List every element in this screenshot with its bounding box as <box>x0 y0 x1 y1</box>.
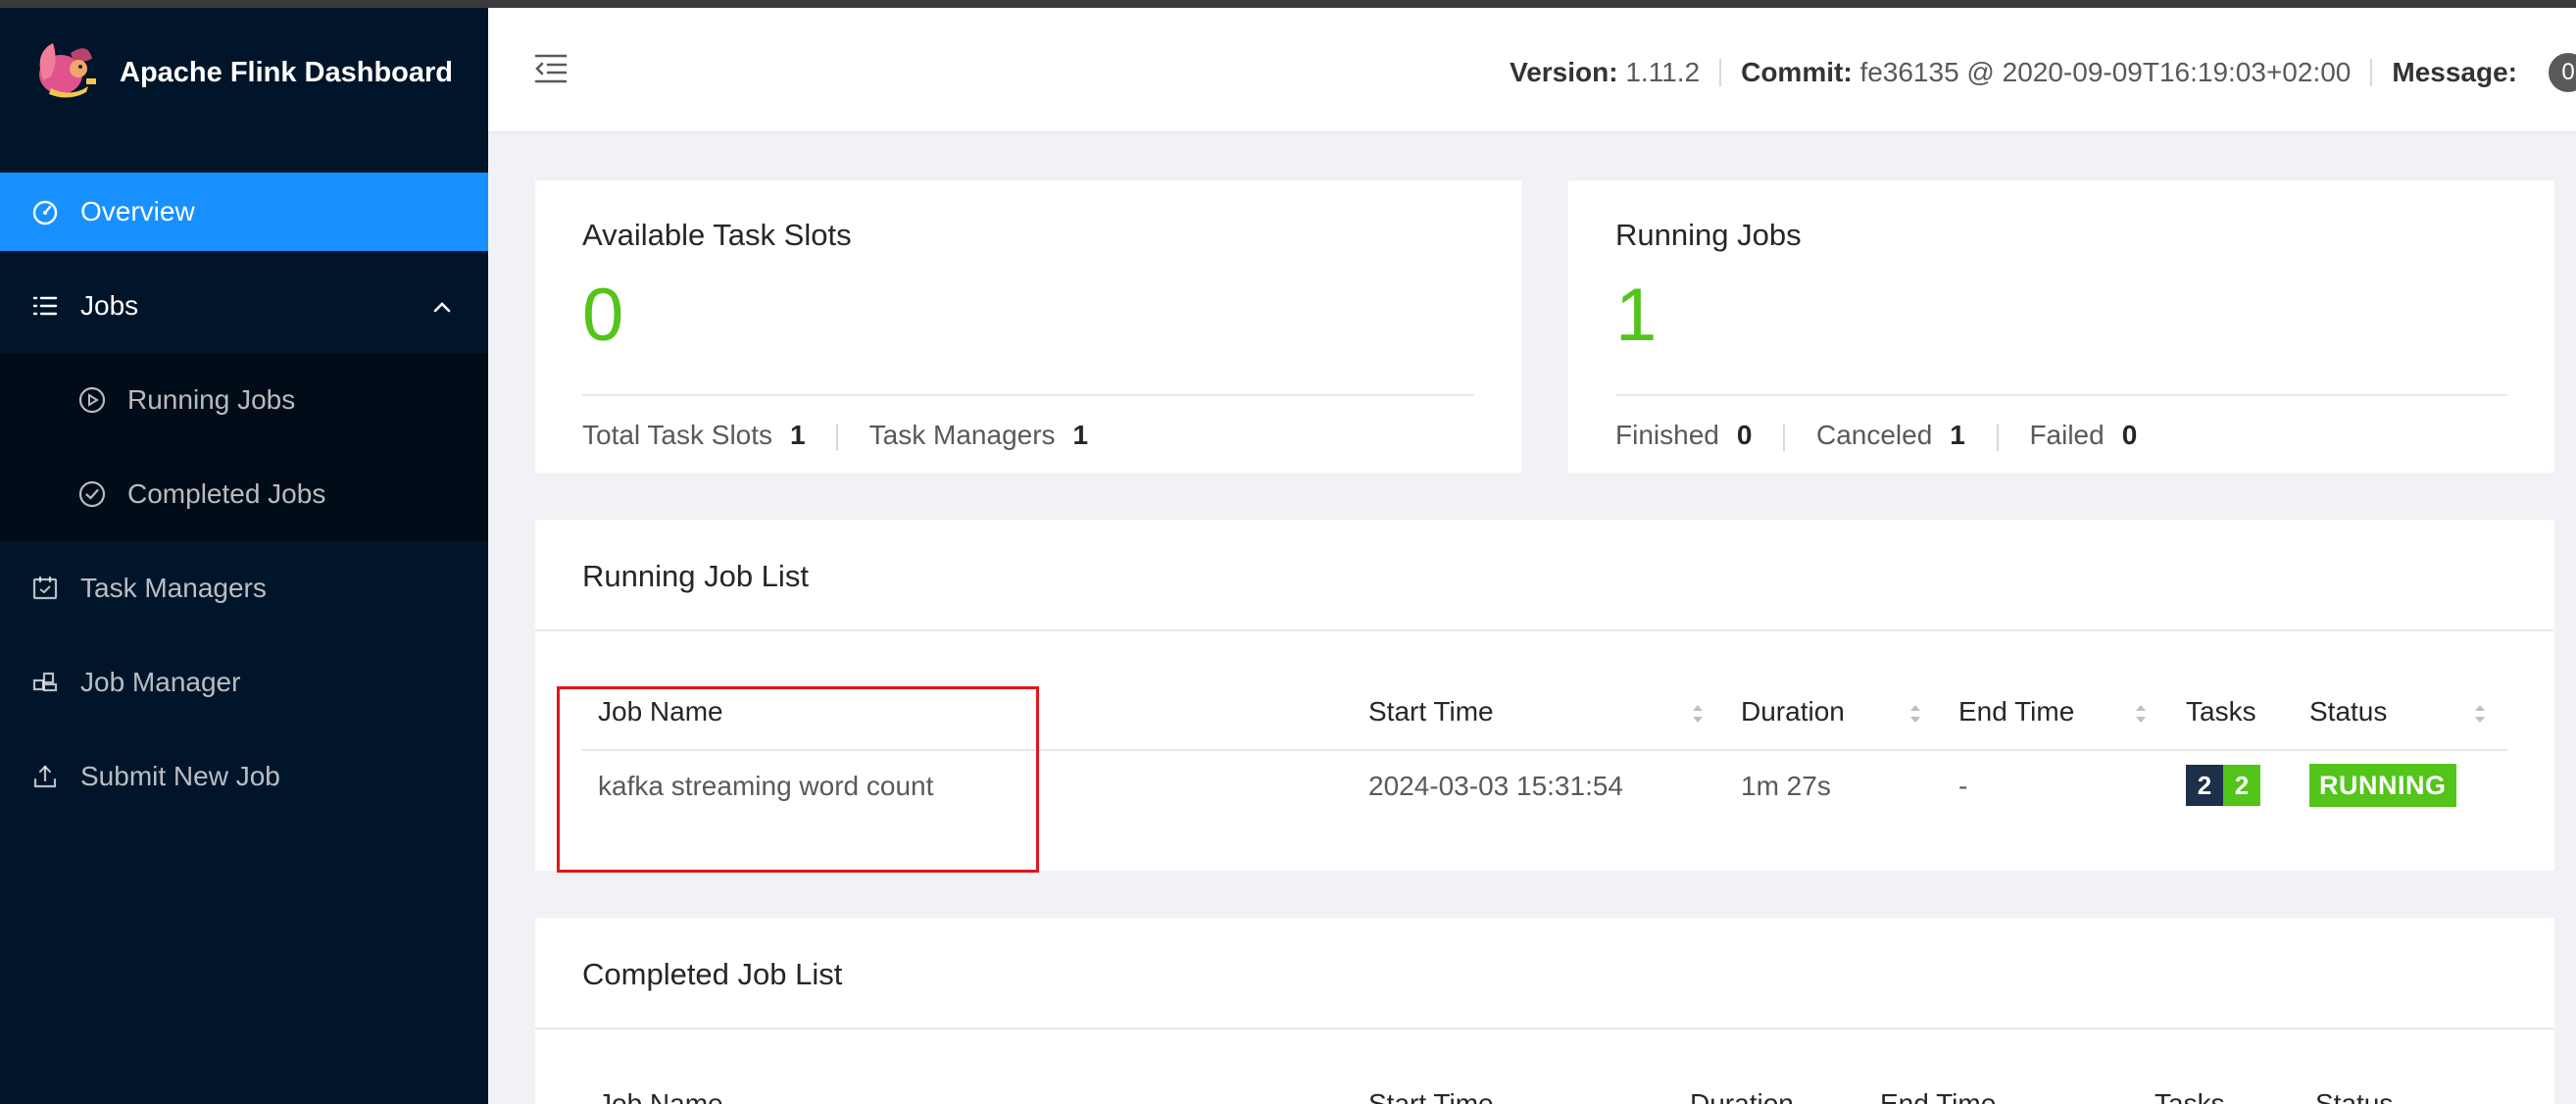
check-circle-icon <box>78 480 106 508</box>
sidebar: Apache Flink Dashboard Overview Jobs Run… <box>0 8 488 1104</box>
column-header-tasks: Tasks <box>2155 1088 2225 1104</box>
finished-value: 0 <box>1736 420 1753 450</box>
sidebar-item-label: Submit New Job <box>80 761 280 791</box>
schedule-icon <box>32 577 58 600</box>
card-divider <box>582 394 1474 396</box>
message-label[interactable]: Message: <box>2392 57 2517 88</box>
card-footer: Total Task Slots 1 Task Managers 1 <box>582 420 1088 451</box>
app-title: Apache Flink Dashboard <box>120 57 454 88</box>
sidebar-item-completed-jobs[interactable]: Completed Jobs <box>0 447 488 541</box>
column-header-duration[interactable]: Duration <box>1690 1088 1794 1104</box>
column-header-status[interactable]: Status <box>2315 1088 2393 1104</box>
top-header: Version: 1.11.2 Commit: fe36135 @ 2020-0… <box>488 8 2576 131</box>
sidebar-item-label: Jobs <box>80 290 139 321</box>
sidebar-item-label: Overview <box>80 196 195 226</box>
card-title: Available Task Slots <box>582 218 852 252</box>
card-divider <box>1615 394 2507 396</box>
column-header-end-time[interactable]: End Time <box>1880 1088 1996 1104</box>
failed-label: Failed <box>2029 420 2105 450</box>
status-badge: RUNNING <box>2309 764 2456 807</box>
sidebar-item-jobs[interactable]: Jobs <box>0 267 488 345</box>
tasks-badge: 2 2 <box>2186 765 2260 806</box>
running-jobs-value: 1 <box>1615 274 1658 357</box>
canceled-value: 1 <box>1950 420 1965 450</box>
sidebar-item-label: Job Manager <box>80 667 241 697</box>
total-slots-value: 1 <box>790 420 806 450</box>
menu-fold-icon[interactable] <box>533 51 569 86</box>
header-divider <box>1719 59 1722 86</box>
highlight-box <box>557 686 1039 873</box>
card-footer: Finished 0 Canceled 1 Failed 0 <box>1615 420 2137 451</box>
total-slots-label: Total Task Slots <box>582 420 773 450</box>
sidebar-item-label: Task Managers <box>80 573 267 603</box>
completed-job-list-card: Completed Job List Job Name Start Time D… <box>535 918 2554 1104</box>
footer-divider <box>1783 423 1786 451</box>
end-time-cell: - <box>1958 771 1968 801</box>
version-label: Version: <box>1510 57 1618 87</box>
task-managers-value: 1 <box>1072 420 1089 450</box>
column-header-duration[interactable]: Duration <box>1741 696 1845 728</box>
upload-icon <box>33 765 57 788</box>
tasks-running-count: 2 <box>2223 765 2260 806</box>
play-circle-icon <box>78 386 106 414</box>
logo[interactable]: Apache Flink Dashboard <box>0 8 488 133</box>
column-header-start-time[interactable]: Start Time <box>1368 1088 1494 1104</box>
finished-label: Finished <box>1615 420 1719 450</box>
column-header-job-name[interactable]: Job Name <box>598 1088 723 1104</box>
sidebar-item-task-managers[interactable]: Task Managers <box>0 549 488 627</box>
start-time-cell: 2024-03-03 15:31:54 <box>1368 771 1623 801</box>
column-header-status[interactable]: Status <box>2309 696 2387 728</box>
footer-divider <box>1996 423 1999 451</box>
tasks-total-count: 2 <box>2186 765 2223 806</box>
sidebar-item-running-jobs[interactable]: Running Jobs <box>0 353 488 447</box>
sort-icon[interactable] <box>1690 700 1706 728</box>
sidebar-item-label: Running Jobs <box>127 384 296 415</box>
list-divider <box>535 1028 2554 1029</box>
column-header-tasks: Tasks <box>2186 696 2256 727</box>
failed-value: 0 <box>2121 420 2138 450</box>
card-title: Running Jobs <box>1615 218 1802 252</box>
duration-cell: 1m 27s <box>1741 771 1831 801</box>
sidebar-item-job-manager[interactable]: Job Manager <box>0 643 488 722</box>
message-count-badge[interactable]: 0 <box>2549 53 2576 92</box>
canceled-label: Canceled <box>1815 420 1933 450</box>
list-title: Running Job List <box>582 559 809 593</box>
cluster-icon <box>32 672 58 692</box>
sidebar-item-submit-new-job[interactable]: Submit New Job <box>0 737 488 816</box>
list-icon <box>32 296 58 316</box>
sidebar-item-label: Completed Jobs <box>127 478 326 509</box>
available-slots-value: 0 <box>582 274 624 357</box>
header-divider <box>2370 59 2373 86</box>
commit-label: Commit: <box>1741 57 1853 87</box>
flink-squirrel-icon <box>39 43 96 98</box>
sort-icon[interactable] <box>2133 700 2149 728</box>
header-info: Version: 1.11.2 Commit: fe36135 @ 2020-0… <box>1510 53 2576 92</box>
sort-icon[interactable] <box>1907 700 1923 728</box>
running-jobs-card: Running Jobs 1 Finished 0 Canceled 1 Faile… <box>1568 180 2554 473</box>
sidebar-item-overview[interactable]: Overview <box>0 173 488 251</box>
column-header-end-time[interactable]: End Time <box>1958 696 2074 728</box>
version-value: 1.11.2 <box>1625 57 1701 87</box>
list-divider <box>535 629 2554 631</box>
available-task-slots-card: Available Task Slots 0 Total Task Slots 1… <box>535 180 1521 473</box>
footer-divider <box>836 423 839 451</box>
list-title: Completed Job List <box>582 957 843 991</box>
commit-value: fe36135 @ 2020-09-09T16:19:03+02:00 <box>1859 57 2352 87</box>
task-managers-label: Task Managers <box>868 420 1056 450</box>
column-header-start-time[interactable]: Start Time <box>1368 696 1494 728</box>
window-top-strip <box>0 0 2576 8</box>
dashboard-icon <box>32 200 58 226</box>
running-job-list-card: Running Job List Job Name Start Time Dur… <box>535 520 2554 873</box>
jobs-submenu: Running Jobs Completed Jobs <box>0 353 488 541</box>
chevron-up-icon[interactable] <box>431 296 453 318</box>
sort-icon[interactable] <box>2472 700 2488 728</box>
